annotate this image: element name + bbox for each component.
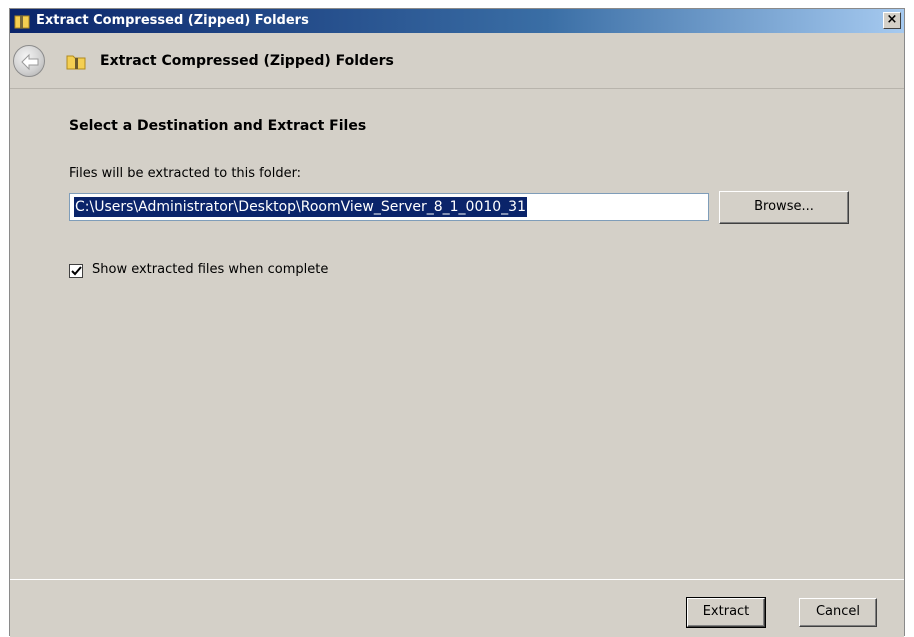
dialog-footer: Extract Cancel: [10, 579, 904, 637]
cancel-button[interactable]: Cancel: [799, 598, 877, 627]
show-files-checkbox[interactable]: [69, 264, 83, 278]
back-button[interactable]: [13, 45, 45, 77]
destination-path-input[interactable]: C:\Users\Administrator\Desktop\RoomView_…: [69, 193, 709, 221]
dialog-content: Select a Destination and Extract Files F…: [10, 88, 904, 574]
close-button[interactable]: ×: [883, 12, 901, 29]
page-title: Extract Compressed (Zipped) Folders: [100, 53, 394, 69]
title-bar[interactable]: Extract Compressed (Zipped) Folders ×: [10, 9, 904, 33]
show-files-label[interactable]: Show extracted files when complete: [92, 262, 328, 277]
destination-path-value: C:\Users\Administrator\Desktop\RoomView_…: [74, 197, 527, 217]
extract-dialog-window: Extract Compressed (Zipped) Folders × Ex…: [9, 8, 905, 637]
zip-folder-icon: [66, 51, 86, 71]
checkmark-icon: [71, 266, 82, 276]
browse-button[interactable]: Browse...: [719, 191, 849, 224]
navigation-bar: Extract Compressed (Zipped) Folders: [10, 33, 904, 83]
window-title: Extract Compressed (Zipped) Folders: [36, 13, 309, 28]
back-arrow-icon: [21, 53, 39, 71]
extract-button[interactable]: Extract: [686, 597, 766, 628]
destination-label: Files will be extracted to this folder:: [69, 166, 302, 181]
section-heading: Select a Destination and Extract Files: [69, 118, 367, 134]
zip-folder-icon: [14, 13, 30, 29]
